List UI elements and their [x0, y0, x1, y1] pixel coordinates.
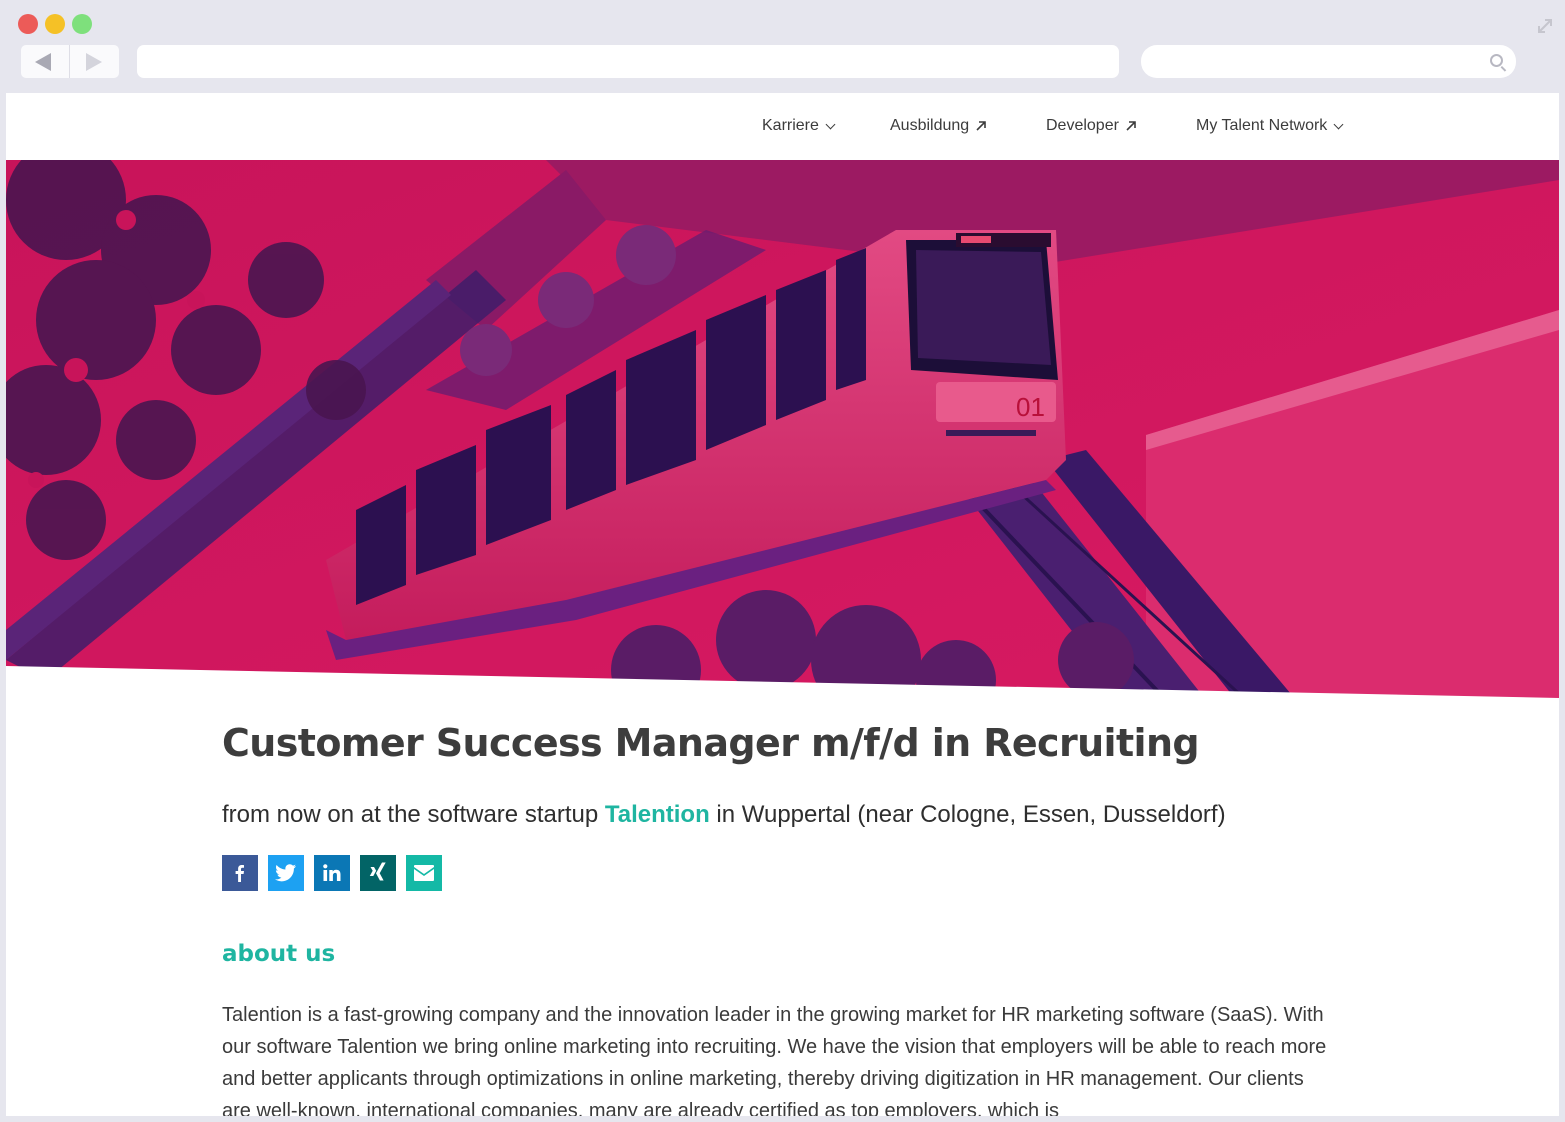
search-icon	[1490, 54, 1503, 67]
about-heading: about us	[222, 940, 336, 967]
nav-item-label: Developer	[1046, 117, 1119, 134]
linkedin-icon	[323, 863, 341, 881]
share-xing-button[interactable]	[360, 854, 396, 891]
xing-icon	[369, 862, 386, 881]
nav-item-label: My Talent Network	[1196, 117, 1328, 134]
fullscreen-icon[interactable]	[1535, 16, 1555, 36]
history-nav	[21, 45, 119, 78]
share-buttons	[222, 854, 1342, 891]
twitter-icon	[275, 863, 297, 882]
email-icon	[414, 864, 434, 881]
train-number: 01	[1016, 392, 1045, 422]
history-divider	[69, 45, 70, 78]
share-email-button[interactable]	[406, 854, 442, 891]
share-facebook-button[interactable]	[222, 854, 258, 891]
nav-item-label: Ausbildung	[890, 117, 970, 134]
nav-item-ausbildung[interactable]: Ausbildung	[890, 117, 987, 135]
chevron-down-icon	[825, 119, 836, 129]
forward-icon[interactable]	[86, 53, 102, 71]
external-arrow-icon	[1126, 121, 1136, 131]
facebook-icon	[235, 864, 244, 882]
subtitle-prefix: from now on at the software startup	[222, 800, 599, 828]
address-bar[interactable]	[137, 45, 1119, 78]
close-window-button[interactable]	[18, 14, 38, 34]
nav-item-label: Karriere	[762, 117, 819, 134]
nav-item-karriere[interactable]: Karriere	[762, 117, 836, 135]
back-icon[interactable]	[35, 53, 51, 71]
share-linkedin-button[interactable]	[314, 854, 350, 891]
chevron-down-icon	[1333, 119, 1344, 129]
browser-search-input[interactable]	[1141, 45, 1516, 78]
job-subtitle: from now on at the software startup Tale…	[222, 801, 1342, 829]
external-arrow-icon	[976, 121, 986, 131]
maximize-window-button[interactable]	[72, 14, 92, 34]
hero-image: 01	[6, 160, 1559, 700]
web-page: Karriere Ausbildung Developer My Talent …	[6, 93, 1559, 1116]
job-title: Customer Success Manager m/f/d in Recrui…	[222, 721, 1200, 765]
share-twitter-button[interactable]	[268, 854, 304, 891]
site-navigation: Karriere Ausbildung Developer My Talent …	[6, 93, 1559, 160]
about-text: Talention is a fast-growing company and …	[222, 1003, 1327, 1116]
minimize-window-button[interactable]	[45, 14, 65, 34]
nav-item-developer[interactable]: Developer	[1046, 117, 1137, 135]
company-link[interactable]: Talention	[605, 801, 710, 828]
subtitle-suffix: in Wuppertal (near Cologne, Essen, Dusse…	[716, 800, 1226, 828]
browser-chrome	[0, 0, 1565, 93]
job-content: Customer Success Manager m/f/d in Recrui…	[222, 721, 1342, 1116]
nav-item-my-talent-network[interactable]: My Talent Network	[1196, 117, 1344, 135]
